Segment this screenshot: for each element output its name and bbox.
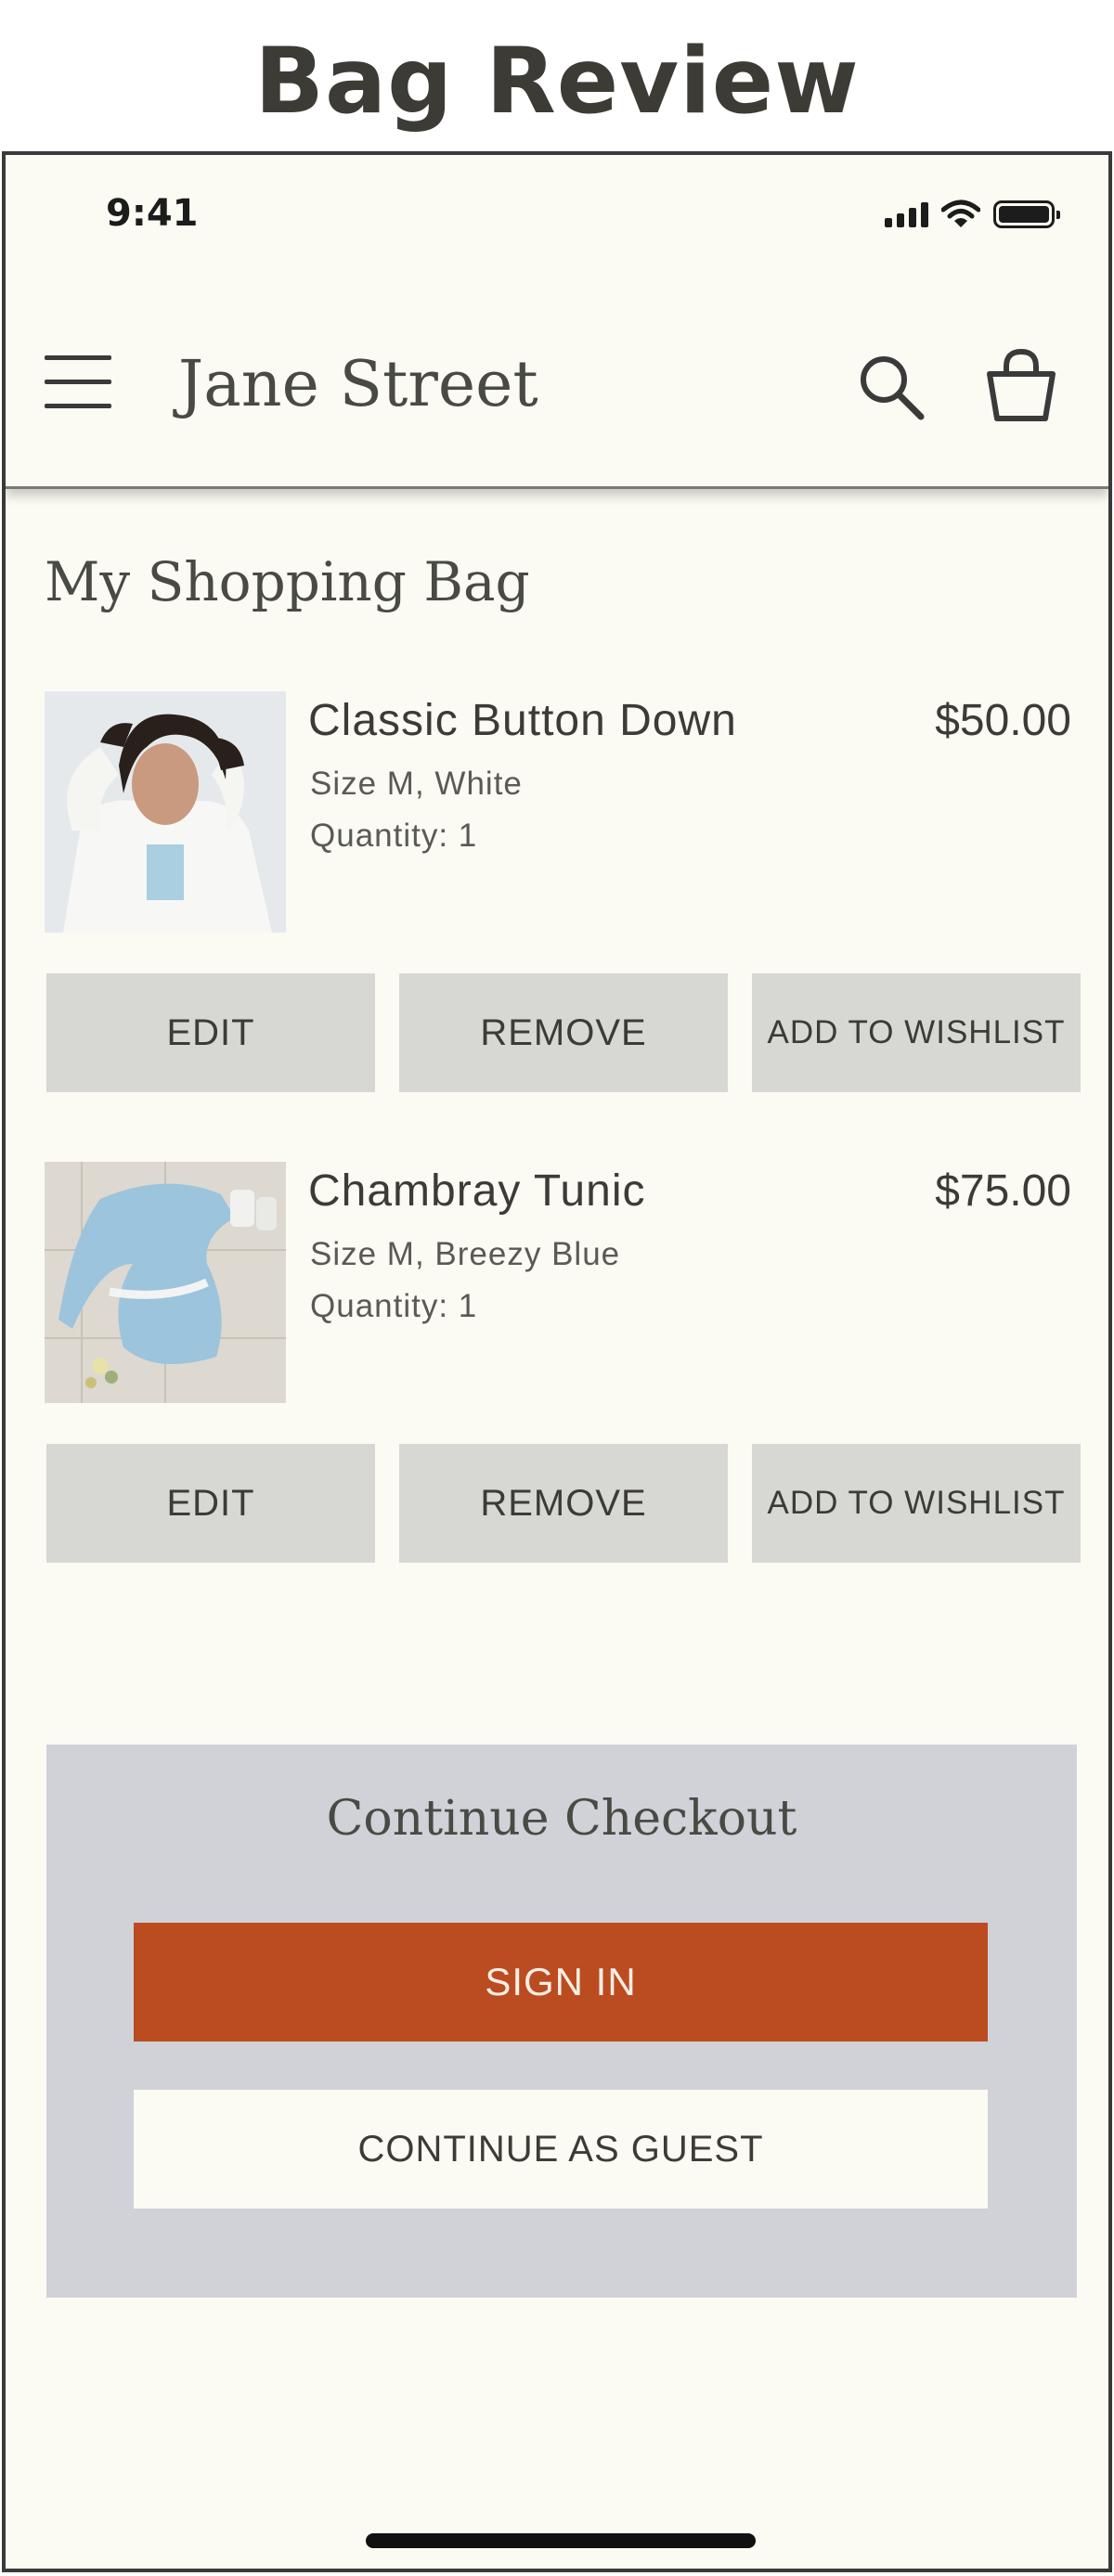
product-quantity: Quantity: 1 bbox=[310, 1288, 478, 1324]
checkout-panel: Continue Checkout SIGN IN CONTINUE AS GU… bbox=[46, 1745, 1077, 2298]
menu-icon[interactable] bbox=[45, 355, 111, 411]
shopping-bag-icon[interactable] bbox=[984, 346, 1058, 424]
phone-frame: 9:41 Jane Street My Shopping Bag Classic… bbox=[2, 151, 1112, 2572]
product-size-color: Size M, Breezy Blue bbox=[310, 1236, 621, 1272]
sign-in-button[interactable]: SIGN IN bbox=[134, 1923, 988, 2041]
product-name[interactable]: Chambray Tunic bbox=[308, 1166, 645, 1217]
product-size-color: Size M, White bbox=[310, 766, 523, 802]
page-title: Bag Review bbox=[254, 29, 860, 135]
edit-button[interactable]: EDIT bbox=[46, 1444, 375, 1563]
product-quantity: Quantity: 1 bbox=[310, 818, 478, 854]
bag-item: Classic Button Down $50.00 Size M, White… bbox=[6, 691, 1108, 1127]
add-to-wishlist-button[interactable]: ADD TO WISHLIST bbox=[752, 1444, 1081, 1563]
product-name[interactable]: Classic Button Down bbox=[308, 695, 737, 746]
remove-button[interactable]: REMOVE bbox=[399, 1444, 728, 1563]
battery-icon bbox=[993, 200, 1060, 228]
edit-button[interactable]: EDIT bbox=[46, 973, 375, 1092]
app-header: 9:41 Jane Street bbox=[6, 155, 1108, 489]
home-indicator[interactable] bbox=[366, 2533, 756, 2548]
product-image[interactable] bbox=[45, 691, 286, 933]
brand-name[interactable]: Jane Street bbox=[178, 339, 538, 431]
continue-as-guest-button[interactable]: CONTINUE AS GUEST bbox=[134, 2090, 988, 2209]
checkout-title: Continue Checkout bbox=[326, 1791, 797, 1847]
remove-button[interactable]: REMOVE bbox=[399, 973, 728, 1092]
signal-icon bbox=[885, 201, 928, 227]
status-icons bbox=[885, 200, 1060, 229]
status-time: 9:41 bbox=[106, 192, 199, 235]
product-price: $50.00 bbox=[935, 696, 1071, 745]
product-price: $75.00 bbox=[935, 1166, 1071, 1216]
add-to-wishlist-button[interactable]: ADD TO WISHLIST bbox=[752, 973, 1081, 1092]
bag-title: My Shopping Bag bbox=[45, 550, 530, 613]
product-image[interactable] bbox=[45, 1162, 286, 1403]
bag-item: Chambray Tunic $75.00 Size M, Breezy Blu… bbox=[6, 1162, 1108, 1598]
search-icon[interactable] bbox=[854, 350, 928, 424]
wifi-icon bbox=[941, 200, 980, 227]
